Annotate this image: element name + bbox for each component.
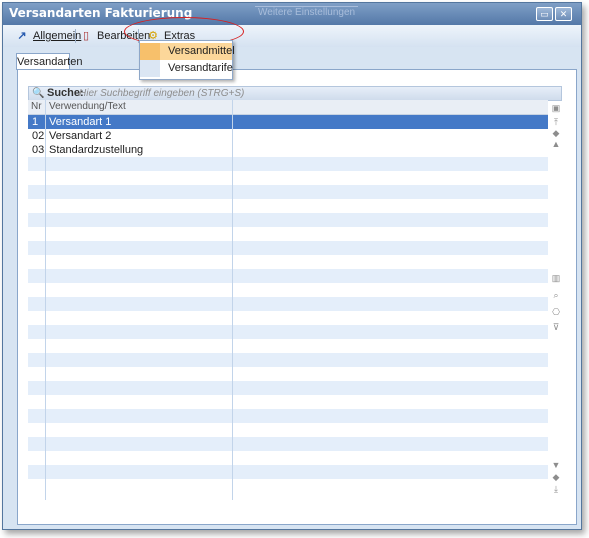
empty-row <box>28 325 548 339</box>
next-page-icon[interactable]: ◆ <box>550 471 562 483</box>
next-record-icon[interactable]: ▼ <box>550 459 562 471</box>
edit-document-icon: ▯ <box>82 30 90 42</box>
row-text: Versandart 1 <box>49 116 112 128</box>
toolbar: ↗ Allgemein ▯ Bearbeiten ⚙ Extras <box>3 25 581 47</box>
last-record-icon[interactable]: ⤓ <box>550 483 562 495</box>
column-divider <box>45 100 46 500</box>
row-text: Standardzustellung <box>49 144 144 156</box>
column-chooser-icon[interactable]: ▣ <box>550 102 562 114</box>
menu-item-versandmittel[interactable]: Versandmittel <box>140 43 235 60</box>
empty-row <box>28 227 548 241</box>
background-window-title: Weitere Einstellungen <box>255 6 359 18</box>
column-header-nr[interactable]: Nr <box>31 101 42 112</box>
empty-row <box>28 367 548 381</box>
find-icon[interactable]: ⎔ <box>550 306 562 318</box>
empty-row <box>28 171 548 185</box>
empty-row <box>28 423 548 437</box>
table-row[interactable]: 02 Versandart 2 <box>28 129 548 143</box>
empty-row <box>28 255 548 269</box>
empty-row <box>28 213 548 227</box>
row-nr: 03 <box>32 144 45 156</box>
data-grid: Nr Verwendung/Text 1 Versandart 1 02 Ver… <box>28 100 548 500</box>
empty-row <box>28 241 548 255</box>
menu-item-label: Versandmittel <box>168 45 235 57</box>
close-button[interactable]: ✕ <box>555 7 572 21</box>
empty-row <box>28 269 548 283</box>
tab-versandarten[interactable]: Versandarten <box>16 53 82 70</box>
empty-row <box>28 479 548 493</box>
empty-row <box>28 437 548 451</box>
column-header-text[interactable]: Verwendung/Text <box>49 101 126 112</box>
empty-row <box>28 339 548 353</box>
arrow-up-right-icon: ↗ <box>17 30 27 42</box>
menu-item-label: Versandtarife <box>168 62 233 74</box>
empty-row <box>28 381 548 395</box>
allgemein-button[interactable]: ↗ Allgemein <box>15 28 81 44</box>
columns-icon[interactable]: ▥ <box>550 272 562 284</box>
extras-dropdown-menu: Versandmittel Versandtarife <box>139 40 235 80</box>
empty-row <box>28 451 548 465</box>
empty-row <box>28 395 548 409</box>
empty-row <box>28 409 548 423</box>
empty-row <box>28 311 548 325</box>
row-text: Versandart 2 <box>49 130 112 142</box>
column-divider <box>232 100 233 500</box>
row-nr: 1 <box>32 116 39 128</box>
search-icon: 🔍 <box>32 88 45 99</box>
toolbar-separator <box>75 29 76 43</box>
empty-row <box>28 199 548 213</box>
filter-icon[interactable]: ⊽ <box>550 321 562 333</box>
menu-icon-strip <box>140 43 160 60</box>
empty-row <box>28 157 548 171</box>
search-bar: 🔍 Suche: Hier Suchbegriff eingeben (STRG… <box>28 86 562 101</box>
title-bar: Versandarten Fakturierung Weitere Einste… <box>3 3 581 25</box>
empty-row <box>28 185 548 199</box>
table-row[interactable]: 03 Standardzustellung <box>28 143 548 157</box>
menu-icon-strip <box>140 60 160 77</box>
table-row[interactable]: 1 Versandart 1 <box>28 115 548 129</box>
search-input[interactable]: Hier Suchbegriff eingeben (STRG+S) <box>79 87 499 100</box>
restore-button[interactable]: ▭ <box>536 7 553 21</box>
empty-row <box>28 353 548 367</box>
zoom-icon[interactable]: ⌕ <box>550 289 562 301</box>
menu-item-versandtarife[interactable]: Versandtarife <box>140 60 233 77</box>
grid-header: Nr Verwendung/Text <box>28 100 548 115</box>
main-window: Versandarten Fakturierung Weitere Einste… <box>2 2 582 530</box>
empty-row <box>28 465 548 479</box>
empty-row <box>28 297 548 311</box>
row-nr: 02 <box>32 130 45 142</box>
empty-row <box>28 283 548 297</box>
previous-record-icon[interactable]: ▲ <box>550 138 562 150</box>
